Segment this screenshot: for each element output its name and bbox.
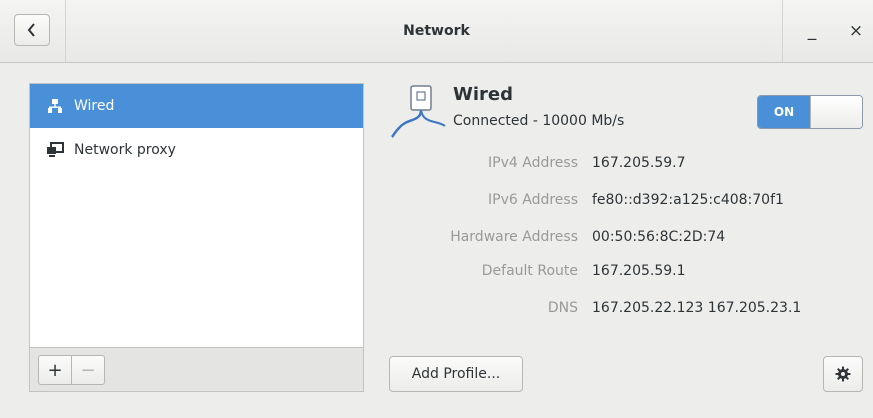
hardware-address-label: Hardware Address xyxy=(450,229,578,245)
minus-icon: − xyxy=(80,359,96,381)
ethernet-cable-icon xyxy=(391,85,446,138)
connection-title: Wired xyxy=(453,84,513,105)
back-button[interactable] xyxy=(14,14,50,46)
minimize-button[interactable]: _ xyxy=(798,16,826,46)
remove-connection-button[interactable]: − xyxy=(71,355,105,385)
connection-toggle[interactable]: ON xyxy=(757,95,863,129)
chevron-left-icon xyxy=(27,23,35,37)
ipv6-value: fe80::d392:a125:c408:70f1 xyxy=(592,192,784,208)
sidebar-item-label: Wired xyxy=(74,98,115,114)
add-profile-button[interactable]: Add Profile... xyxy=(389,356,523,392)
hardware-address-value: 00:50:56:8C:2D:74 xyxy=(592,229,726,245)
network-window: Network _ × Wired Network proxy + − Wire… xyxy=(0,0,873,418)
add-connection-button[interactable]: + xyxy=(38,355,72,385)
default-route-label: Default Route xyxy=(481,263,578,279)
ipv4-value: 167.205.59.7 xyxy=(592,155,686,171)
settings-button[interactable] xyxy=(823,356,863,392)
close-icon: × xyxy=(848,21,864,41)
list-toolbar: + − xyxy=(29,347,364,392)
header-bar: Network _ × xyxy=(0,0,873,63)
toggle-on-label: ON xyxy=(758,96,810,128)
header-separator xyxy=(782,0,783,62)
plus-icon: + xyxy=(47,359,63,381)
gear-icon xyxy=(835,366,851,382)
window-title: Network xyxy=(403,23,470,39)
minimize-icon: _ xyxy=(807,21,817,41)
connection-status: Connected - 10000 Mb/s xyxy=(453,113,625,129)
dns-label: DNS xyxy=(547,300,578,316)
dns-value: 167.205.22.123 167.205.23.1 xyxy=(592,300,802,316)
toggle-knob[interactable] xyxy=(810,96,862,128)
ipv6-label: IPv6 Address xyxy=(488,192,578,208)
wired-network-icon xyxy=(46,97,64,115)
close-button[interactable]: × xyxy=(842,16,870,46)
content-area: Wired Network proxy + − Wired Connected … xyxy=(0,63,873,418)
sidebar-item-wired[interactable]: Wired xyxy=(30,84,363,128)
default-route-value: 167.205.59.1 xyxy=(592,263,686,279)
ipv4-label: IPv4 Address xyxy=(488,155,578,171)
header-separator xyxy=(65,0,66,62)
